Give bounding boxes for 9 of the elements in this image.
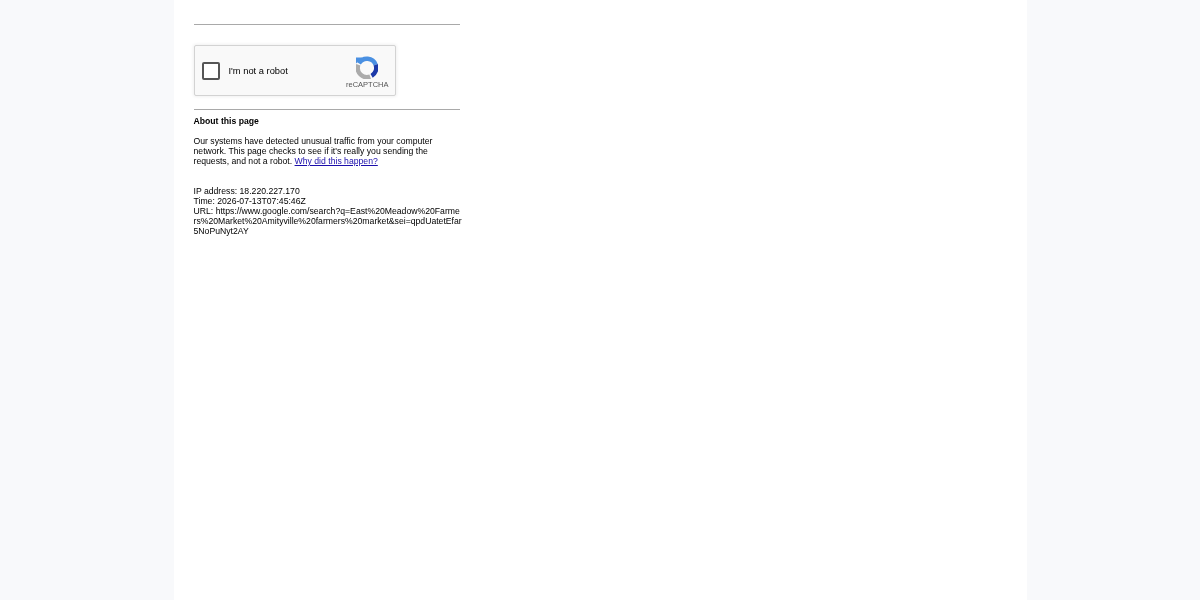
captcha-label: I'm not a robot	[228, 64, 288, 77]
captcha-checkbox[interactable]	[201, 61, 220, 80]
why-link[interactable]: Why did this happen?	[294, 156, 378, 166]
ip-address-text: IP address: 18.220.227.170	[193, 186, 301, 196]
time-text: Time: 2026-07-13T07:45:46Z	[193, 196, 307, 206]
circular-arrows-icon	[356, 55, 379, 79]
section-heading: About this page	[193, 116, 260, 126]
url-text: URL: https://www.google.com/search?q=East%20Meadow%20Farmers%20Market%20Amityville%20farmers%20market&sei=qpdUatetEfar5NoPuNyt2AY	[193, 206, 462, 236]
explanation-paragraph: Our systems have detected unusual traffic from your computer network. This page checks to see if it's really you sending the requests, and not a robot. Why did this happen?	[193, 136, 434, 166]
